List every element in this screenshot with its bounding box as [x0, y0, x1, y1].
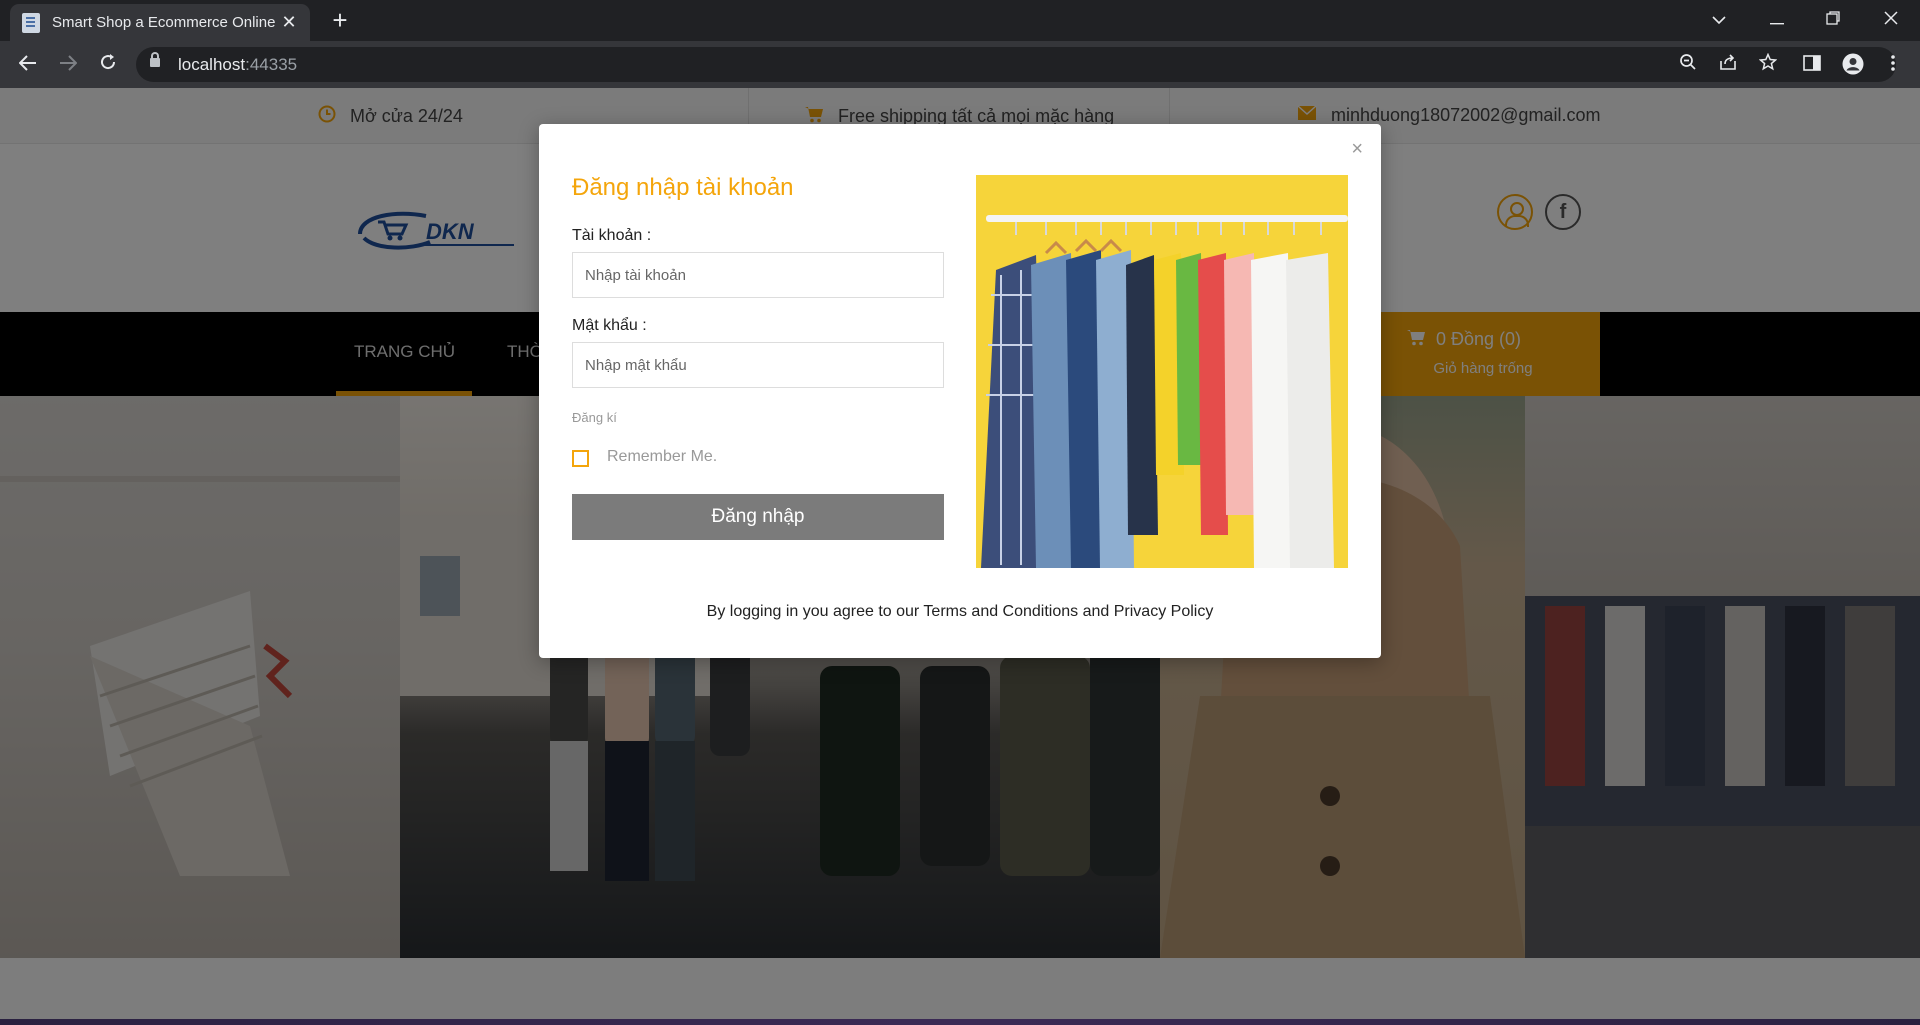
modal-title: Đăng nhập tài khoản — [572, 174, 794, 201]
remember-me-checkbox[interactable] — [572, 450, 589, 467]
restore-window-button[interactable] — [1808, 0, 1858, 41]
reload-icon[interactable] — [92, 49, 124, 81]
browser-tab-bar: Smart Shop a Ecommerce Online ✕ + — [0, 0, 1920, 41]
signup-link[interactable]: Đăng kí — [572, 410, 617, 425]
share-icon[interactable] — [1716, 53, 1740, 77]
username-label: Tài khoản : — [572, 227, 652, 244]
address-bar[interactable]: localhost:44335 — [136, 47, 1896, 82]
minimize-window-button[interactable] — [1752, 0, 1802, 41]
back-arrow-icon[interactable] — [12, 49, 44, 81]
url-text: localhost:44335 — [178, 55, 298, 74]
lock-icon — [150, 52, 160, 67]
page-bottom-strip — [0, 1019, 1920, 1025]
browser-tab[interactable]: Smart Shop a Ecommerce Online ✕ — [10, 4, 310, 41]
zoom-icon[interactable] — [1676, 53, 1700, 77]
terms-text: By logging in you agree to our Terms and… — [706, 603, 1214, 620]
page-favicon-icon — [22, 12, 40, 33]
close-icon[interactable]: × — [1351, 138, 1363, 161]
tab-close-icon[interactable]: ✕ — [280, 12, 298, 33]
login-modal: × Đăng nhập tài khoản Tài khoản : Mật kh… — [539, 124, 1381, 658]
password-label: Mật khẩu : — [572, 317, 647, 334]
new-tab-button[interactable]: + — [325, 6, 355, 36]
profile-avatar-icon[interactable] — [1841, 53, 1865, 77]
remember-me-label[interactable]: Remember Me. — [607, 448, 717, 466]
password-input[interactable] — [572, 342, 944, 388]
browser-toolbar: localhost:44335 — [0, 41, 1920, 88]
browser-menu-icon[interactable] — [1881, 53, 1905, 77]
side-panel-icon[interactable] — [1800, 53, 1824, 77]
tab-title: Smart Shop a Ecommerce Online — [52, 14, 276, 31]
tab-search-chevron-icon[interactable] — [1694, 0, 1744, 41]
bookmark-star-icon[interactable] — [1756, 52, 1780, 77]
forward-arrow-icon[interactable] — [52, 49, 84, 81]
login-button[interactable]: Đăng nhập — [572, 494, 944, 540]
clothing-rack-image — [976, 175, 1348, 568]
close-window-button[interactable] — [1866, 0, 1916, 41]
username-input[interactable] — [572, 252, 944, 298]
